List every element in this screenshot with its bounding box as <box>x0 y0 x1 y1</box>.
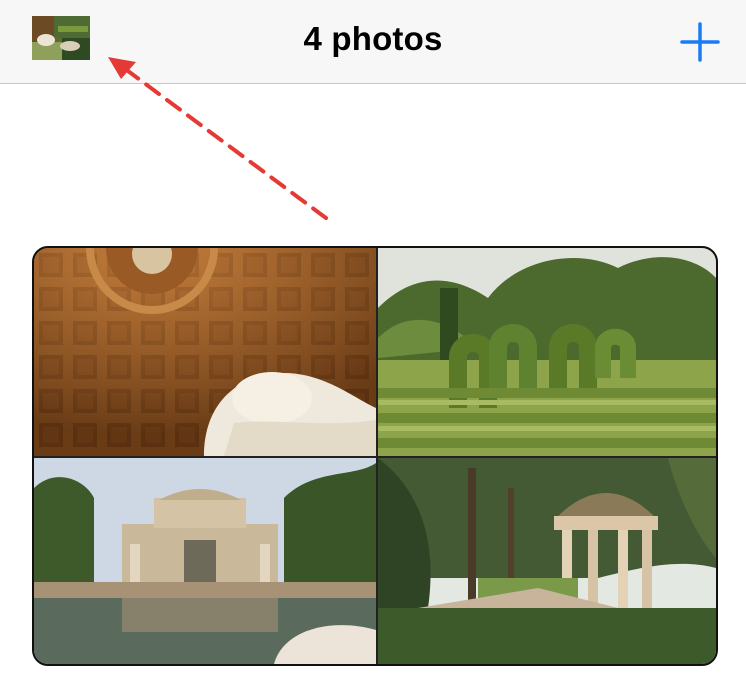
photo-collage-grid <box>32 246 718 666</box>
hedge-maze-photo <box>378 248 716 456</box>
photo-tile-maze[interactable] <box>378 248 716 456</box>
photo-tile-pavilion[interactable] <box>34 458 376 664</box>
plus-icon <box>680 22 720 62</box>
temple-gazebo-photo <box>378 458 716 664</box>
photo-tile-dome[interactable] <box>34 248 376 456</box>
pavilion-photo <box>34 458 376 664</box>
photo-tile-temple[interactable] <box>378 458 716 664</box>
navigation-bar: 4 photos <box>0 0 746 84</box>
add-photo-button[interactable] <box>676 18 724 66</box>
dome-photo <box>34 248 376 456</box>
page-title: 4 photos <box>303 20 443 57</box>
